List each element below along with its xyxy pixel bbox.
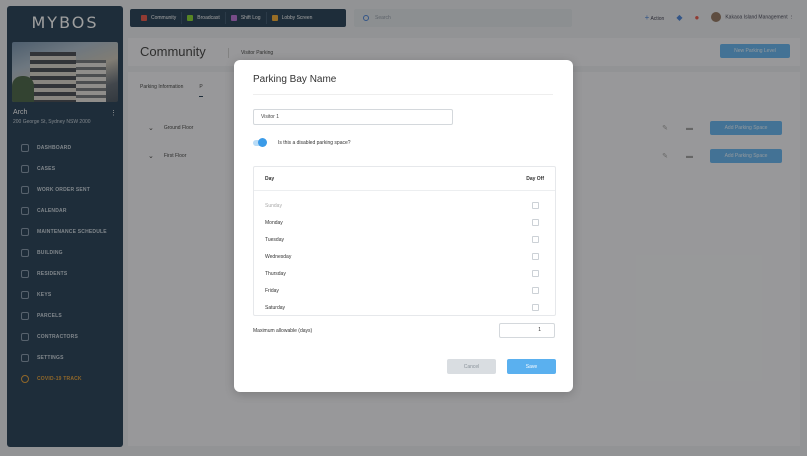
day-label: Friday [265, 287, 279, 294]
day-label: Tuesday [265, 236, 284, 243]
column-header-day-off: Day Off [526, 175, 544, 182]
table-row: Thursday [254, 265, 555, 282]
table-row: Friday [254, 282, 555, 299]
day-label: Sunday [265, 202, 282, 209]
day-off-checkbox[interactable] [532, 253, 539, 260]
day-off-table: Day Day Off Sunday Monday Tuesday Wednes… [253, 166, 556, 316]
day-off-checkbox[interactable] [532, 287, 539, 294]
toggle-knob [258, 138, 267, 147]
day-off-checkbox[interactable] [532, 202, 539, 209]
day-off-checkbox[interactable] [532, 304, 539, 311]
table-body: Sunday Monday Tuesday Wednesday Thursday… [254, 191, 555, 316]
parking-bay-modal: Parking Bay Name Visitor 1 Is this a dis… [234, 60, 573, 392]
day-label: Saturday [265, 304, 286, 311]
max-allowable-label: Maximum allowable (days) [253, 328, 313, 334]
modal-title: Parking Bay Name [253, 74, 337, 85]
disabled-space-label: Is this a disabled parking space? [278, 140, 351, 146]
day-off-checkbox[interactable] [532, 236, 539, 243]
day-label: Wednesday [265, 253, 292, 260]
save-button[interactable]: Save [507, 359, 556, 374]
day-off-checkbox[interactable] [532, 219, 539, 226]
table-row: Sunday [254, 197, 555, 214]
table-row: Tuesday [254, 231, 555, 248]
day-off-checkbox[interactable] [532, 270, 539, 277]
disabled-space-toggle[interactable] [253, 138, 267, 147]
day-label: Monday [265, 219, 283, 226]
table-header: Day Day Off [254, 167, 555, 191]
table-row: Wednesday [254, 248, 555, 265]
max-allowable-input[interactable]: 1 [499, 323, 555, 338]
table-row: Monday [254, 214, 555, 231]
day-label: Thursday [265, 270, 286, 277]
table-row: Saturday [254, 299, 555, 316]
column-header-day: Day [265, 175, 275, 182]
divider [253, 94, 553, 95]
cancel-button[interactable]: Cancel [447, 359, 496, 374]
parking-bay-name-input[interactable]: Visitor 1 [253, 109, 453, 125]
